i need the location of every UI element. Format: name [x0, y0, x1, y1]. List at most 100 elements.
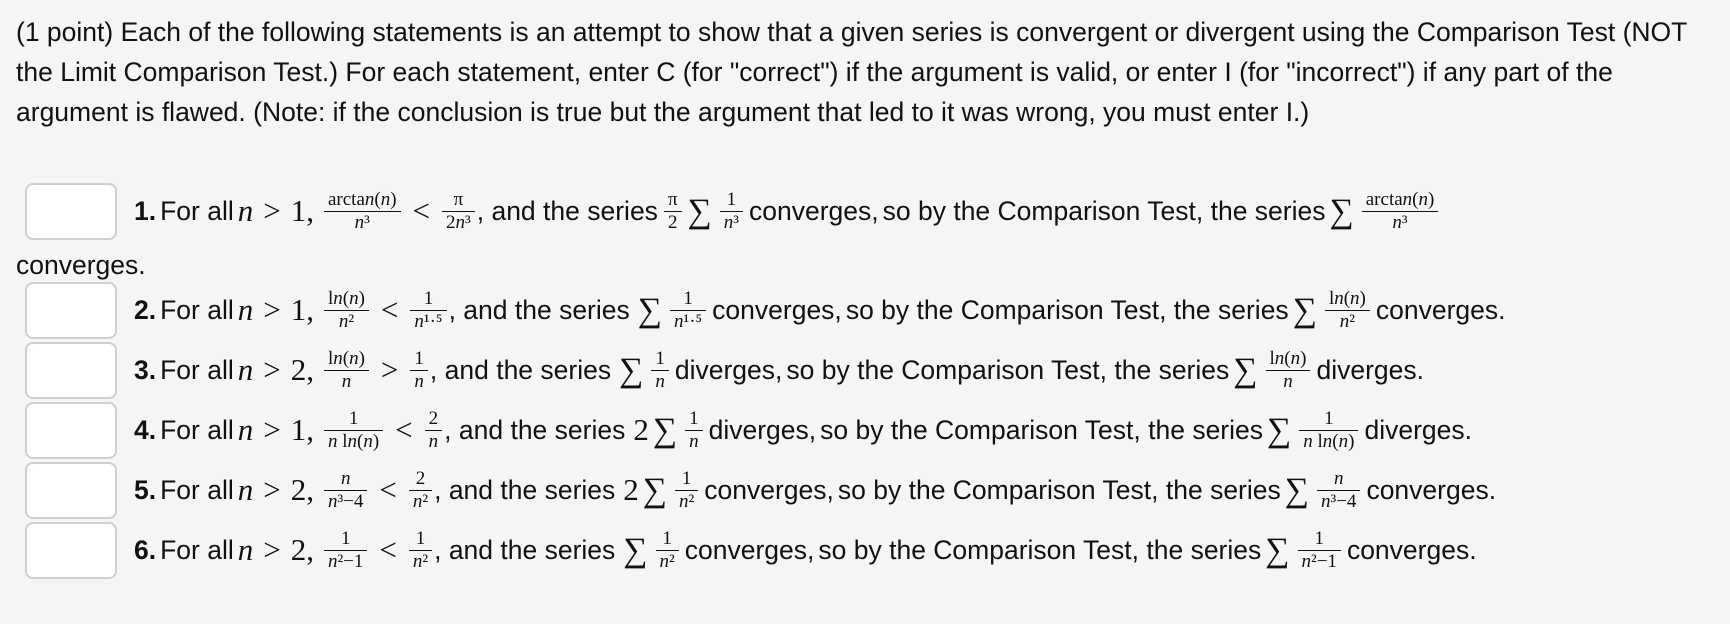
- lhs-fraction-denominator: n ln(n): [323, 429, 384, 452]
- relation-symbol: >: [380, 352, 399, 387]
- target-fraction-numerator: ln(n): [1269, 347, 1307, 369]
- greater-than-symbol: >: [263, 292, 281, 327]
- statement-6: 6. For all n >2, 1 n²−1 <1 n², and the series ∑ 1…: [134, 520, 1481, 580]
- greater-than-symbol: >: [263, 352, 281, 387]
- answer-input[interactable]: [25, 282, 117, 339]
- sigma-icon: ∑: [1265, 532, 1290, 569]
- variable-n: n: [237, 532, 254, 567]
- comparison-fraction: 1 n²: [675, 467, 699, 512]
- target-fraction: arctan(n) n³: [1361, 189, 1439, 233]
- rhs-fraction-numerator: 1: [415, 527, 426, 549]
- statement-number: 5.: [134, 474, 157, 505]
- rhs-fraction-numerator: 2: [428, 407, 439, 429]
- conclusion-text: diverges.: [1364, 414, 1472, 445]
- sigma-icon: ∑: [1233, 352, 1258, 389]
- statement-4: 4. For all n >1, 1 n ln(n) <2 n, and the series…: [134, 400, 1476, 460]
- sigma-icon: ∑: [642, 472, 668, 509]
- rhs-fraction-denominator: 2n³: [442, 210, 475, 233]
- sigma-icon: ∑: [637, 292, 663, 329]
- target-fraction-denominator: n³−4: [1317, 489, 1361, 512]
- comparison-fraction: 1 n²: [655, 528, 679, 572]
- comparison-fraction-numerator: 1: [683, 287, 693, 309]
- rhs-fraction: 1 n¹·⁵: [410, 288, 447, 332]
- greater-than-symbol: >: [263, 472, 281, 507]
- target-fraction: 1n ln(n): [1299, 408, 1359, 452]
- variable-n: n: [237, 472, 254, 507]
- and-series-text: , and the series: [476, 195, 658, 226]
- variable-n: n: [237, 292, 254, 327]
- bound-value: 1,: [290, 412, 314, 447]
- statement-number: 6.: [134, 534, 157, 565]
- comparison-fraction-denominator: n²: [675, 489, 699, 512]
- rhs-fraction-denominator: n²: [408, 549, 433, 572]
- comparison-result: converges,: [684, 534, 815, 565]
- lhs-fraction: arctan(n) n³: [323, 188, 401, 233]
- answer-input[interactable]: [25, 183, 117, 240]
- target-fraction-denominator: n³: [1361, 210, 1439, 233]
- lhs-fraction-denominator: n³: [323, 210, 401, 233]
- comparison-fraction: 1 n³: [719, 189, 743, 233]
- target-fraction: ln(n) n²: [1324, 288, 1370, 332]
- comparison-fraction-numerator: 1: [681, 467, 692, 489]
- bound-value: 1,: [290, 292, 314, 327]
- answer-input[interactable]: [25, 462, 117, 519]
- comparison-result: diverges,: [674, 354, 783, 385]
- relation-symbol: <: [379, 472, 397, 507]
- lhs-fraction: ln(n) n²: [323, 288, 369, 332]
- target-fraction-denominator: n²−1: [1297, 549, 1341, 572]
- lhs-fraction-numerator: ln(n): [327, 347, 365, 369]
- bound-value: 2,: [290, 532, 314, 567]
- lhs-fraction: ln(n) n: [323, 347, 369, 392]
- and-series-text: , and the series: [444, 414, 626, 445]
- comparison-fraction-denominator: n²: [655, 549, 679, 572]
- statement-3: 3. For all n >2, ln(n) n >1 n, and the series ∑ 1…: [134, 340, 1428, 400]
- statement-2: 2. For all n >1, ln(n) n² <1 n¹·⁵, and the seri…: [134, 280, 1510, 340]
- answer-input[interactable]: [25, 342, 117, 399]
- so-by-text: so by the Comparison Test, the series: [786, 354, 1230, 385]
- lhs-fraction: 1 n²−1: [323, 528, 368, 572]
- conclusion-text: converges.: [1366, 474, 1497, 505]
- comparison-coefficient-numerator: π: [667, 188, 678, 210]
- comparison-fraction: 1n: [685, 407, 703, 452]
- lhs-fraction-numerator: arctan(n): [327, 188, 397, 210]
- answer-input[interactable]: [25, 522, 117, 579]
- target-fraction: 1 n²−1: [1297, 528, 1341, 572]
- variable-n: n: [237, 193, 254, 228]
- and-series-text: , and the series: [434, 534, 616, 565]
- so-by-text: so by the Comparison Test, the series: [882, 195, 1326, 226]
- comparison-result: diverges,: [708, 414, 817, 445]
- statement-1: 1. For all n >1, arctan(n) n³ < π 2n³, and the s…: [134, 181, 1440, 241]
- statement-number: 3.: [134, 354, 157, 385]
- comparison-coefficient: π2: [663, 188, 682, 233]
- target-fraction-denominator: n: [1265, 369, 1311, 392]
- comparison-fraction-denominator: n¹·⁵: [670, 309, 707, 332]
- so-by-text: so by the Comparison Test, the series: [818, 534, 1262, 565]
- answer-input[interactable]: [25, 402, 117, 459]
- comparison-fraction: 1n: [651, 347, 669, 392]
- rhs-fraction-denominator: n²: [408, 489, 433, 512]
- relation-symbol: <: [412, 193, 431, 228]
- lhs-fraction-denominator: n²−1: [323, 549, 368, 572]
- relation-symbol: <: [379, 532, 397, 567]
- so-by-text: so by the Comparison Test, the series: [820, 414, 1264, 445]
- relation-symbol: <: [395, 412, 413, 447]
- rhs-fraction: 2 n²: [408, 467, 433, 512]
- target-fraction: ln(n) n: [1265, 347, 1311, 392]
- lhs-fraction-numerator: 1: [348, 407, 359, 429]
- comparison-fraction-numerator: 1: [655, 347, 665, 369]
- and-series-text: , and the series: [429, 354, 612, 385]
- target-fraction-numerator: n: [1333, 467, 1344, 489]
- rhs-fraction: 1 n²: [408, 527, 433, 572]
- rhs-fraction: π 2n³: [442, 189, 475, 233]
- problem-intro: (1 point) Each of the following statemen…: [16, 17, 1687, 127]
- rhs-fraction-numerator: 2: [415, 467, 426, 489]
- so-by-text: so by the Comparison Test, the series: [837, 474, 1281, 505]
- sigma-icon: ∑: [652, 412, 678, 449]
- target-fraction: n n³−4: [1317, 467, 1361, 512]
- rhs-fraction-denominator: n: [424, 429, 443, 452]
- comparison-fraction-numerator: 1: [689, 407, 699, 429]
- rhs-fraction-denominator: n: [410, 369, 428, 392]
- target-fraction-denominator: n ln(n): [1299, 429, 1359, 452]
- comparison-result: converges,: [712, 294, 842, 325]
- lhs-fraction: n n³−4: [323, 468, 368, 512]
